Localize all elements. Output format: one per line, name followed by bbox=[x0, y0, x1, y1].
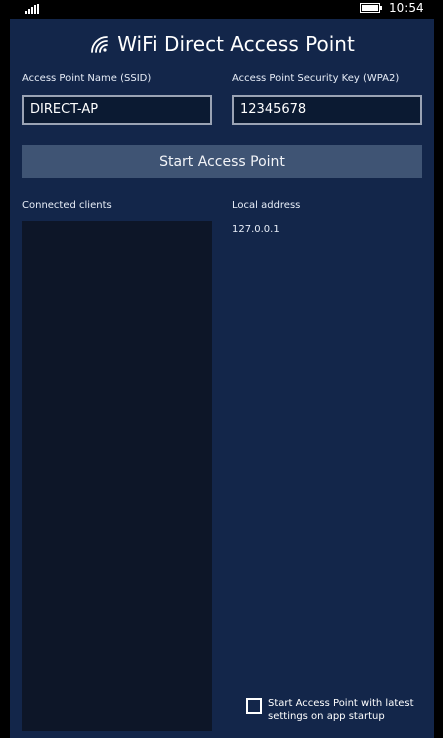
local-address-value: 127.0.0.1 bbox=[232, 224, 280, 235]
page-title: WiFi Direct Access Point bbox=[117, 32, 355, 56]
start-access-point-button[interactable]: Start Access Point bbox=[22, 145, 422, 178]
app-window: WiFi Direct Access Point Access Point Na… bbox=[10, 19, 434, 738]
clock: 10:54 bbox=[389, 1, 424, 15]
startup-option[interactable]: Start Access Point with latest settings … bbox=[246, 697, 426, 729]
battery-icon bbox=[360, 3, 382, 13]
connected-clients-label: Connected clients bbox=[22, 200, 112, 211]
startup-checkbox-label: Start Access Point with latest settings … bbox=[268, 698, 414, 722]
connected-clients-list[interactable] bbox=[22, 221, 212, 731]
security-key-input[interactable]: 12345678 bbox=[232, 95, 422, 125]
ssid-label: Access Point Name (SSID) bbox=[22, 73, 152, 84]
ssid-input[interactable]: DIRECT-AP bbox=[22, 95, 212, 125]
start-access-point-button-label: Start Access Point bbox=[159, 153, 285, 170]
startup-checkbox[interactable] bbox=[246, 698, 262, 714]
status-bar: 10:54 bbox=[0, 0, 443, 18]
signal-strength-icon bbox=[25, 4, 39, 14]
header: WiFi Direct Access Point bbox=[10, 29, 434, 59]
security-key-label: Access Point Security Key (WPA2) bbox=[232, 73, 400, 84]
local-address-label: Local address bbox=[232, 200, 301, 211]
wifi-icon bbox=[91, 36, 109, 53]
